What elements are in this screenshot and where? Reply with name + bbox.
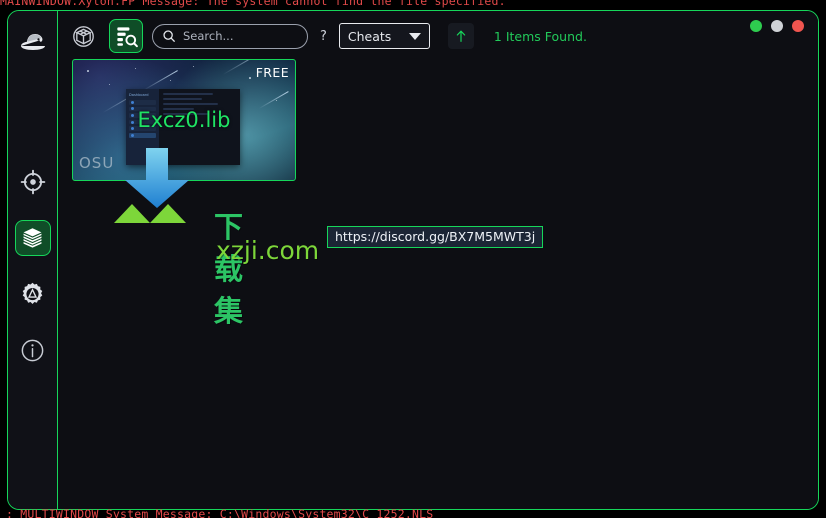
upload-button[interactable] [447, 23, 474, 49]
crosshair-target-icon [20, 169, 45, 195]
star-dot [276, 100, 278, 102]
sidebar-item-packages[interactable] [14, 220, 51, 256]
star-dot [193, 66, 195, 68]
open-box-icon [23, 227, 42, 248]
upload-arrow-icon [456, 30, 466, 42]
sidebar-item-settings[interactable] [15, 276, 51, 312]
link-tooltip: https://discord.gg/BX7M5MWT3j [327, 226, 544, 248]
thumbnail-nav-title: Dashboard [129, 93, 149, 97]
items-found-label: 1 Items Found. [493, 28, 587, 44]
content-area: ? Cheats 1 Items Found. [58, 11, 818, 509]
closed-box-icon [72, 25, 94, 47]
search-box[interactable] [152, 23, 308, 49]
info-circle-icon [21, 339, 44, 361]
star-dot [87, 70, 89, 72]
card-title: Excz0.lib [137, 108, 231, 132]
free-badge: FREE [255, 65, 289, 80]
category-dropdown[interactable]: Cheats [338, 23, 430, 49]
watermark-cn-text: 下载集 [214, 210, 244, 328]
window-controls [750, 20, 804, 32]
tab-library[interactable] [109, 19, 143, 53]
meteor-streak [258, 91, 289, 110]
star-dot [135, 68, 137, 70]
left-sidebar [8, 11, 58, 509]
tab-store[interactable] [66, 19, 100, 53]
gear-icon [22, 282, 43, 304]
list-search-icon [116, 26, 138, 47]
star-dot [109, 84, 111, 86]
card-image-label: OSU [79, 154, 115, 172]
star-dot [249, 77, 251, 79]
fedora-hat-icon [20, 34, 45, 50]
star-dot [170, 80, 172, 82]
product-card[interactable]: FREE OSU Dashboard Excz0.lib [72, 59, 296, 181]
help-button[interactable]: ? [320, 29, 327, 44]
close-button[interactable] [792, 20, 804, 32]
search-icon [163, 30, 175, 42]
application-window: ? Cheats 1 Items Found. [7, 10, 819, 510]
minimize-button[interactable] [750, 20, 762, 32]
console-bottom-message: : MULTIWINDOW System Message: C:\Windows… [6, 507, 434, 518]
category-dropdown-value: Cheats [347, 28, 392, 44]
console-top-message: MAINWINDOW.Xylon.FP Message: The system … [0, 0, 506, 8]
sidebar-item-aimbot[interactable] [15, 164, 51, 200]
sidebar-item-info[interactable] [15, 332, 51, 368]
thumbnail-nav-row [129, 132, 156, 138]
watermark-domain-text: xzji.com [216, 236, 320, 265]
toolbar: ? Cheats 1 Items Found. [58, 11, 818, 61]
results-grid: FREE OSU Dashboard Excz0.lib 下载集 xzji.co… [72, 59, 808, 509]
app-logo [15, 23, 51, 59]
search-input[interactable] [183, 29, 298, 43]
thumbnail-line [163, 93, 213, 95]
thumbnail-line [163, 98, 203, 100]
screen: MAINWINDOW.Xylon.FP Message: The system … [0, 0, 826, 518]
thumbnail-nav-row [129, 100, 156, 105]
mountain-icon [114, 204, 186, 223]
maximize-button[interactable] [771, 20, 783, 32]
thumbnail-line [163, 103, 219, 105]
chevron-down-icon [408, 32, 421, 40]
meteor-streak [142, 70, 178, 92]
